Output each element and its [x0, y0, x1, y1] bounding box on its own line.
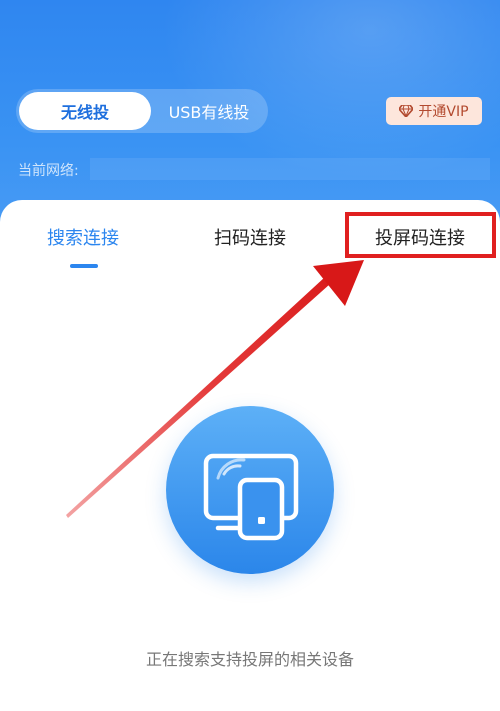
usb-mode-button[interactable]: USB有线投: [152, 92, 266, 130]
current-network-value: [90, 158, 490, 180]
tab-scan-connect[interactable]: 扫码连接: [195, 222, 305, 252]
diamond-icon: [399, 105, 414, 117]
search-status-text: 正在搜索支持投屏的相关设备: [145, 650, 354, 669]
screen-cast-icon: [166, 406, 334, 574]
mode-toggle: 无线投 USB有线投: [16, 89, 268, 133]
wireless-mode-button[interactable]: 无线投: [19, 92, 151, 130]
tab-search-connect[interactable]: 搜索连接: [28, 222, 138, 252]
vip-label: 开通VIP: [418, 104, 469, 120]
active-tab-indicator: [70, 264, 98, 268]
annotation-highlight-box: [345, 212, 496, 258]
open-vip-button[interactable]: 开通VIP: [386, 97, 482, 125]
current-network-label: 当前网络:: [18, 163, 79, 179]
